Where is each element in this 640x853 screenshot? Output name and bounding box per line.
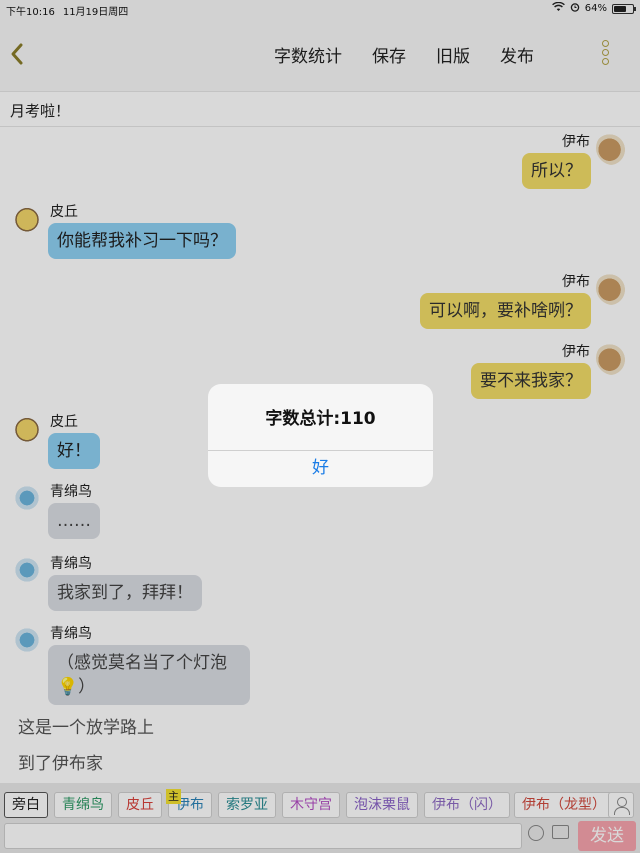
alert-message: 字数总计:110 (265, 409, 376, 429)
word-count-alert: 字数总计:110 好 (208, 384, 433, 487)
alert-ok-button[interactable]: 好 (208, 450, 433, 487)
